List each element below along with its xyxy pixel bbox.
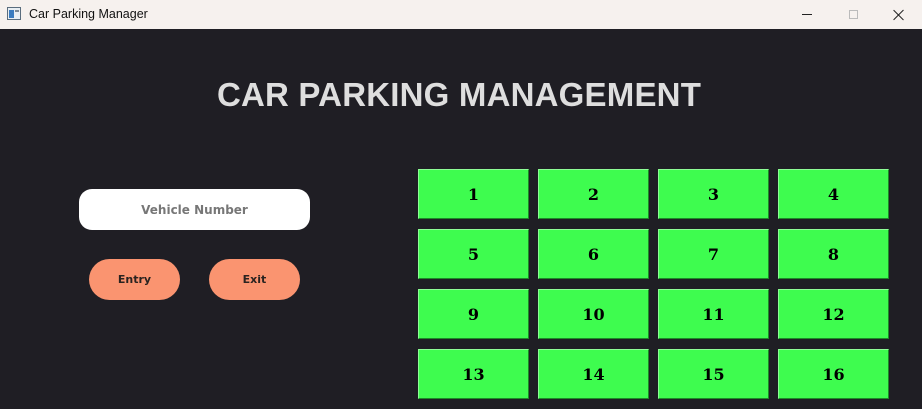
maximize-button[interactable] — [830, 0, 876, 29]
parking-slot-3[interactable]: 3 — [658, 169, 769, 219]
parking-slot-grid: 1 2 3 4 5 6 7 8 9 10 11 12 13 14 15 16 — [418, 169, 889, 399]
maximize-icon — [848, 10, 858, 19]
page-title: CAR PARKING MANAGEMENT — [216, 76, 702, 113]
app-icon — [7, 7, 21, 20]
exit-button[interactable]: Exit — [209, 259, 300, 300]
entry-button[interactable]: Entry — [89, 259, 180, 300]
parking-slot-14[interactable]: 14 — [538, 349, 649, 399]
close-button[interactable] — [876, 0, 922, 29]
parking-slot-8[interactable]: 8 — [778, 229, 889, 279]
parking-slot-1[interactable]: 1 — [418, 169, 529, 219]
window-title: Car Parking Manager — [29, 7, 148, 21]
title-bar: Car Parking Manager — [0, 0, 922, 29]
parking-slot-10[interactable]: 10 — [538, 289, 649, 339]
parking-slot-6[interactable]: 6 — [538, 229, 649, 279]
parking-slot-7[interactable]: 7 — [658, 229, 769, 279]
parking-slot-15[interactable]: 15 — [658, 349, 769, 399]
close-icon — [893, 9, 905, 21]
parking-slot-13[interactable]: 13 — [418, 349, 529, 399]
parking-slot-2[interactable]: 2 — [538, 169, 649, 219]
minimize-button[interactable] — [784, 0, 830, 29]
vehicle-number-input[interactable] — [79, 189, 310, 230]
parking-slot-4[interactable]: 4 — [778, 169, 889, 219]
parking-slot-12[interactable]: 12 — [778, 289, 889, 339]
parking-slot-9[interactable]: 9 — [418, 289, 529, 339]
parking-slot-11[interactable]: 11 — [658, 289, 769, 339]
parking-slot-16[interactable]: 16 — [778, 349, 889, 399]
minimize-icon — [802, 14, 812, 15]
parking-slot-5[interactable]: 5 — [418, 229, 529, 279]
